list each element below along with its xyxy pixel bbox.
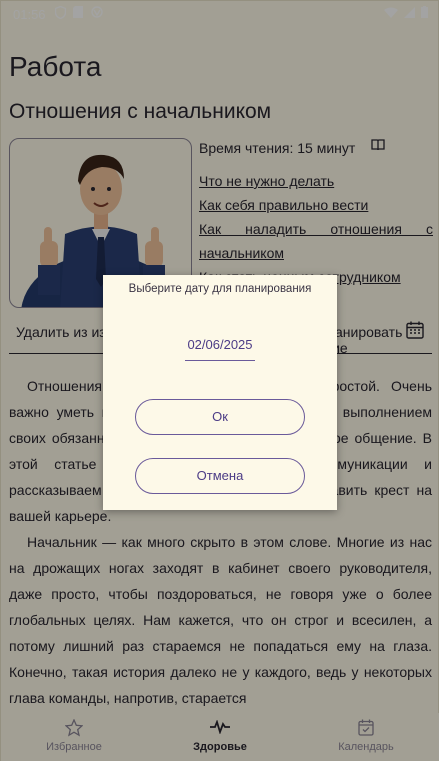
date-picker-dialog: Выберите дату для планирования 02/06/202… <box>103 275 337 510</box>
date-field[interactable]: 02/06/2025 <box>185 337 255 361</box>
dialog-title: Выберите дату для планирования <box>128 283 312 295</box>
ok-button[interactable]: Ок <box>135 399 305 435</box>
cancel-button[interactable]: Отмена <box>135 458 305 494</box>
